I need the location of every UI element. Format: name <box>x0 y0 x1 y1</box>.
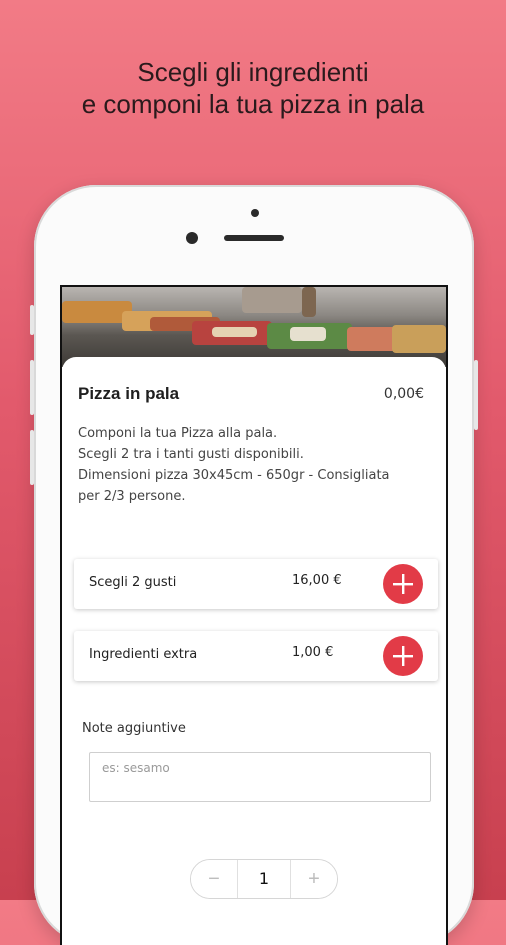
phone-sensor <box>251 209 259 217</box>
description-line: per 2/3 persone. <box>78 489 186 504</box>
phone-camera <box>186 232 198 244</box>
notes-label: Note aggiuntive <box>82 721 186 736</box>
product-description: Componi la tua Pizza alla pala. Scegli 2… <box>78 423 428 507</box>
phone-volume-down <box>30 430 34 485</box>
phone-power-button <box>474 360 478 430</box>
quantity-value: 1 <box>237 860 291 898</box>
headline-line-2: e componi la tua pizza in pala <box>81 89 425 119</box>
product-price: 0,00€ <box>383 386 424 402</box>
phone-volume-up <box>30 360 34 415</box>
option-label: Ingredienti extra <box>89 647 198 662</box>
pizza-counter-photo <box>62 287 446 367</box>
quantity-stepper: − 1 + <box>190 859 338 899</box>
option-ingredienti-extra[interactable]: Ingredienti extra 1,00 € <box>74 631 438 681</box>
app-screen: Pizza in pala 0,00€ Componi la tua Pizza… <box>60 285 448 945</box>
plus-icon <box>393 646 413 666</box>
headline: Scegli gli ingredienti e componi la tua … <box>0 56 506 120</box>
plus-icon <box>393 574 413 594</box>
description-line: Componi la tua Pizza alla pala. <box>78 426 278 441</box>
option-price: 16,00 € <box>292 573 342 588</box>
headline-line-1: Scegli gli ingredienti <box>137 57 369 87</box>
phone-speaker <box>224 235 284 241</box>
description-line: Dimensioni pizza 30x45cm - 650gr - Consi… <box>78 468 390 483</box>
add-extra-button[interactable] <box>383 636 423 676</box>
quantity-increase-button[interactable]: + <box>291 860 337 898</box>
phone-mute-switch <box>30 305 34 335</box>
description-line: Scegli 2 tra i tanti gusti disponibili. <box>78 447 304 462</box>
option-scegli-gusti[interactable]: Scegli 2 gusti 16,00 € <box>74 559 438 609</box>
product-title: Pizza in pala <box>78 384 180 403</box>
quantity-decrease-button[interactable]: − <box>191 860 237 898</box>
notes-input[interactable] <box>89 752 431 802</box>
add-gusti-button[interactable] <box>383 564 423 604</box>
option-label: Scegli 2 gusti <box>89 575 177 590</box>
option-price: 1,00 € <box>292 645 334 660</box>
phone-frame: Pizza in pala 0,00€ Componi la tua Pizza… <box>30 185 478 945</box>
